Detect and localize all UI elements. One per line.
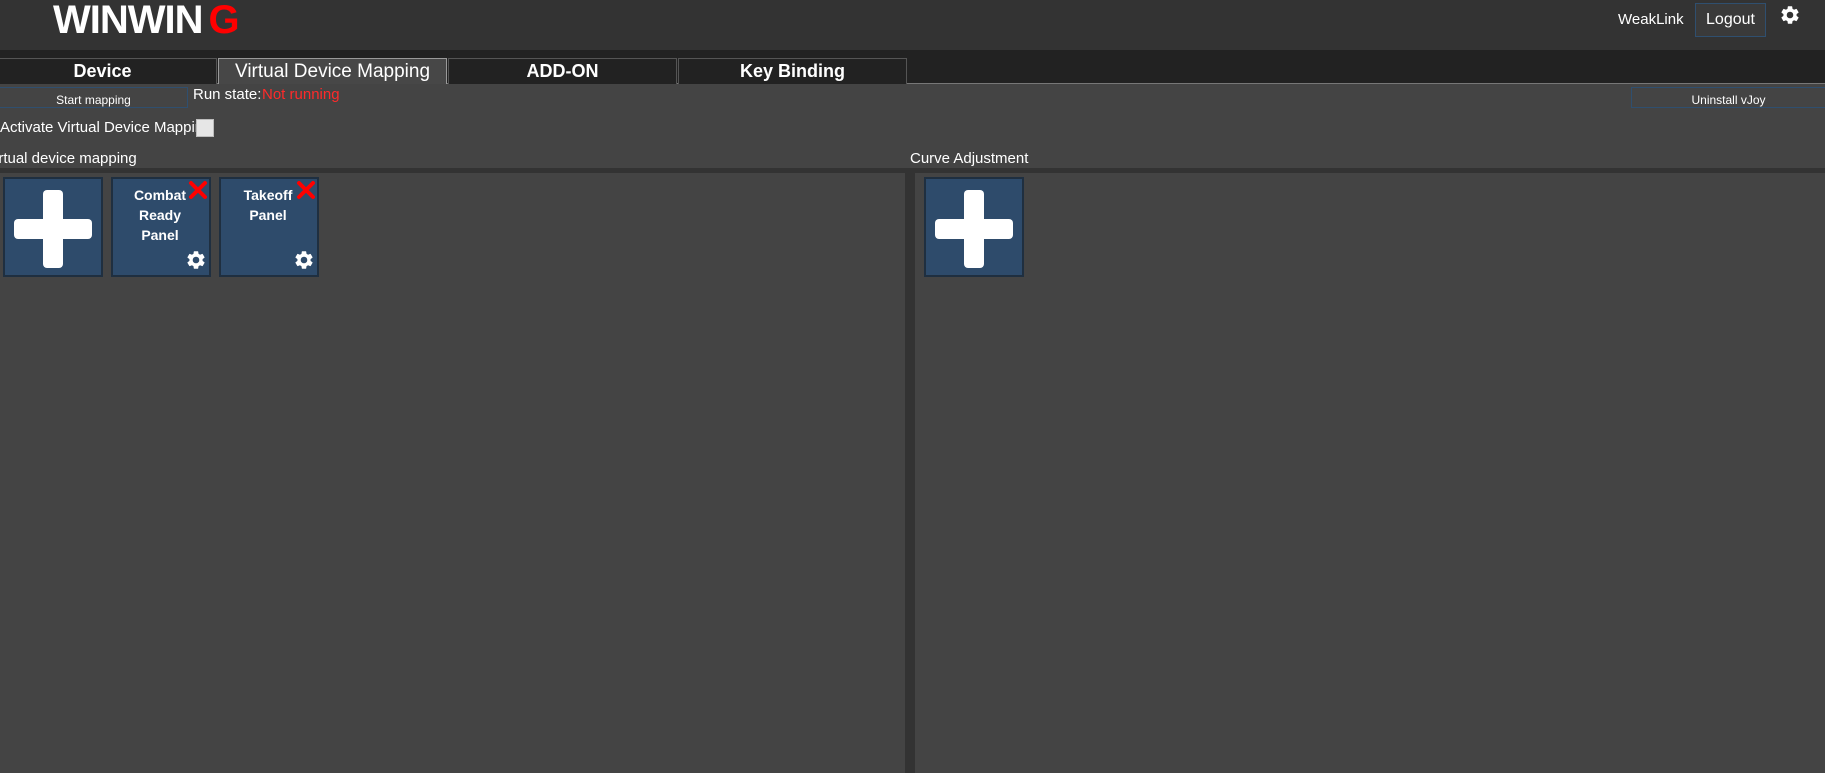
uninstall-vjoy-button[interactable]: Uninstall vJoy [1631, 87, 1825, 108]
gear-icon[interactable] [1779, 4, 1801, 26]
tab-virtual-device-mapping[interactable]: Virtual Device Mapping [218, 58, 447, 84]
run-state-label: Run state: [193, 86, 262, 103]
virtual-device-mapping-title: irtual device mapping [0, 150, 137, 167]
mapping-tile-combat-ready-panel[interactable]: Combat Ready Panel [111, 177, 211, 277]
activate-mapping-checkbox[interactable] [196, 119, 214, 137]
tab-key-binding[interactable]: Key Binding [678, 58, 907, 84]
logo-main-text: WINWIN [53, 0, 204, 42]
close-icon[interactable] [187, 179, 209, 201]
add-curve-tile[interactable] [924, 177, 1024, 277]
brand-logo: WINWIN G [53, 0, 240, 44]
logo-accent-text: G [208, 0, 240, 42]
app-header [0, 0, 1825, 50]
start-mapping-button[interactable]: Start mapping [0, 87, 188, 108]
add-mapping-tile[interactable] [3, 177, 103, 277]
tab-device[interactable]: Device [0, 58, 217, 84]
run-state-value: Not running [262, 86, 340, 103]
logout-button[interactable]: Logout [1695, 3, 1766, 37]
close-icon[interactable] [295, 179, 317, 201]
gear-icon[interactable] [293, 249, 315, 271]
mapping-tile-takeoff-panel[interactable]: Takeoff Panel [219, 177, 319, 277]
username: WeakLink [1618, 11, 1684, 28]
activate-mapping-label: Activate Virtual Device Mapping [0, 119, 212, 136]
panel-divider [905, 168, 915, 773]
tab-add-on[interactable]: ADD-ON [448, 58, 677, 84]
gear-icon[interactable] [185, 249, 207, 271]
curve-adjustment-title: Curve Adjustment [910, 150, 1029, 167]
